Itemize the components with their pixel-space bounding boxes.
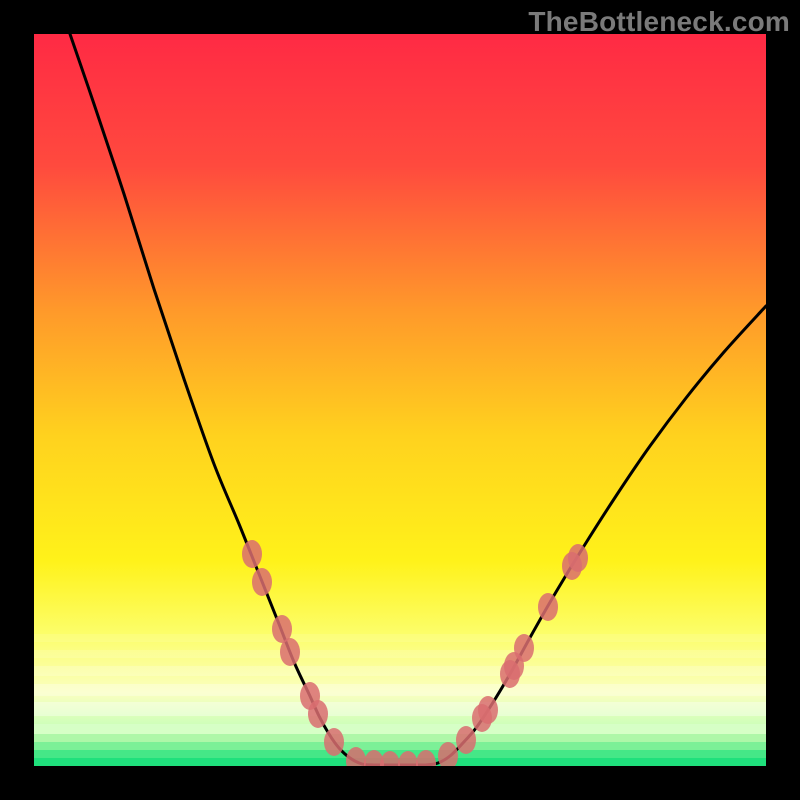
data-marker (242, 540, 262, 568)
data-marker (380, 751, 400, 766)
marker-group (242, 540, 588, 766)
curve-layer (34, 34, 766, 766)
bottleneck-curve (70, 34, 766, 765)
data-marker (280, 638, 300, 666)
chart-stage: TheBottleneck.com (0, 0, 800, 800)
data-marker (478, 696, 498, 724)
data-marker (568, 544, 588, 572)
data-marker (324, 728, 344, 756)
curve-segment (426, 306, 766, 765)
data-marker (252, 568, 272, 596)
data-marker (416, 750, 436, 766)
data-marker (514, 634, 534, 662)
data-marker (538, 593, 558, 621)
plot-area (34, 34, 766, 766)
data-marker (438, 742, 458, 766)
data-marker (346, 747, 366, 766)
data-marker (398, 751, 418, 766)
curve-segment (70, 34, 374, 765)
data-marker (456, 726, 476, 754)
data-marker (308, 700, 328, 728)
